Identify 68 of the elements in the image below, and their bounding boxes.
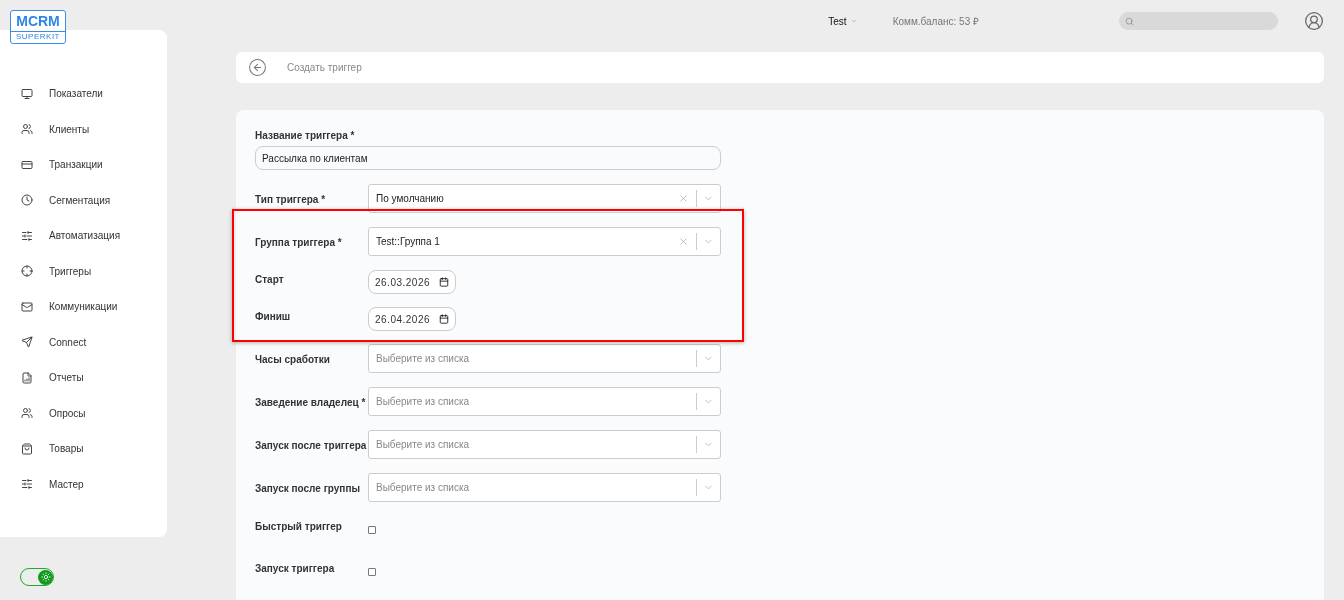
envelope-icon bbox=[21, 300, 33, 313]
select-value: По умолчанию bbox=[375, 192, 445, 206]
sidebar-item[interactable]: Мастер bbox=[0, 466, 167, 502]
logo[interactable]: MCRM SUPERKIT bbox=[10, 10, 66, 44]
sidebar-item[interactable]: Коммуникации bbox=[0, 289, 167, 325]
select-field[interactable]: Выберите из списка bbox=[368, 344, 721, 373]
sidebar-item[interactable]: Транзакции bbox=[0, 147, 167, 183]
select-field[interactable]: Выберите из списка bbox=[368, 430, 721, 459]
sidebar-item[interactable]: Триггеры bbox=[0, 253, 167, 289]
card-icon bbox=[21, 158, 33, 171]
sun-icon bbox=[40, 572, 51, 582]
sidebar-item[interactable]: Клиенты bbox=[0, 111, 167, 147]
field-label: Название триггера * bbox=[255, 129, 356, 143]
clear-icon[interactable] bbox=[678, 193, 689, 204]
account-dropdown[interactable]: Test bbox=[828, 13, 858, 29]
people-icon bbox=[21, 123, 33, 136]
select-placeholder: Выберите из списка bbox=[375, 395, 471, 409]
logo-subtitle: SUPERKIT bbox=[11, 31, 65, 42]
date-field[interactable]: 26.04.2026 bbox=[368, 307, 456, 331]
back-icon[interactable] bbox=[248, 58, 267, 77]
select-field[interactable]: По умолчанию bbox=[368, 184, 721, 213]
balance-text: Комм.баланс: 53 ₽ bbox=[892, 14, 979, 29]
select-placeholder: Выберите из списка bbox=[375, 481, 471, 495]
select-field[interactable]: Test::Группа 1 bbox=[368, 227, 721, 256]
search-icon bbox=[1125, 16, 1134, 26]
checkbox[interactable] bbox=[368, 526, 376, 534]
send-icon bbox=[21, 336, 33, 349]
text-field[interactable]: Рассылка по клиентам bbox=[255, 146, 721, 170]
select-value: Test::Группа 1 bbox=[375, 235, 441, 249]
sidebar-item[interactable]: Товары bbox=[0, 431, 167, 467]
page-title: Создать триггер bbox=[287, 61, 362, 75]
calendar-icon[interactable] bbox=[439, 314, 449, 324]
sidebar-item[interactable]: Опросы bbox=[0, 395, 167, 431]
select-field[interactable]: Выберите из списка bbox=[368, 387, 721, 416]
clock-icon bbox=[21, 194, 33, 207]
chart-icon bbox=[21, 371, 33, 384]
select-placeholder: Выберите из списка bbox=[375, 352, 471, 366]
sidebar-item[interactable]: Сегментация bbox=[0, 182, 167, 218]
field-label: Быстрый триггер bbox=[255, 520, 343, 534]
calendar-icon[interactable] bbox=[439, 277, 449, 287]
chevron-down-icon bbox=[849, 17, 858, 25]
search-field[interactable] bbox=[1119, 12, 1278, 30]
user-avatar-icon[interactable] bbox=[1304, 11, 1324, 31]
field-label: Группа триггера * bbox=[255, 236, 343, 250]
field-label: Старт bbox=[255, 273, 285, 287]
field-label: Запуск после группы bbox=[255, 482, 361, 496]
sidebar-item[interactable]: Автоматизация bbox=[0, 218, 167, 254]
people-icon bbox=[21, 407, 33, 420]
field-label: Финиш bbox=[255, 310, 292, 324]
logo-title: MCRM bbox=[16, 12, 60, 31]
field-label: Тип триггера * bbox=[255, 193, 327, 207]
field-label: Запуск после триггера bbox=[255, 439, 368, 453]
field-label: Запуск триггера bbox=[255, 562, 336, 576]
select-placeholder: Выберите из списка bbox=[375, 438, 471, 452]
sliders-icon bbox=[21, 478, 33, 491]
sidebar-item[interactable]: Connect bbox=[0, 324, 167, 360]
sidebar-item[interactable]: Показатели bbox=[0, 76, 167, 112]
monitor-icon bbox=[21, 87, 33, 100]
checkbox[interactable] bbox=[368, 568, 376, 576]
crosshair-icon bbox=[21, 265, 33, 278]
field-label: Заведение владелец * bbox=[255, 396, 367, 410]
date-field[interactable]: 26.03.2026 bbox=[368, 270, 456, 294]
clear-icon[interactable] bbox=[678, 236, 689, 247]
sliders-icon bbox=[21, 229, 33, 242]
field-label: Часы сработки bbox=[255, 353, 331, 367]
sidebar-item[interactable]: Отчеты bbox=[0, 360, 167, 396]
select-field[interactable]: Выберите из списка bbox=[368, 473, 721, 502]
bag-icon bbox=[21, 442, 33, 455]
